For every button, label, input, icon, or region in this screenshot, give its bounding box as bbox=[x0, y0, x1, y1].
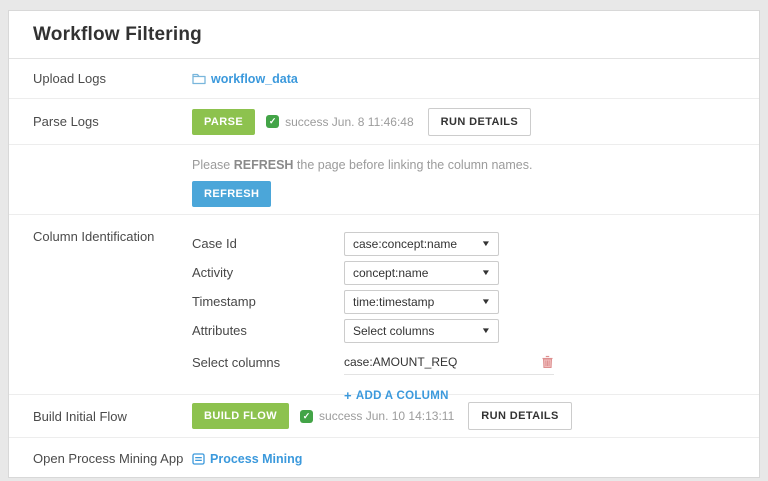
build-initial-flow-label: Build Initial Flow bbox=[33, 408, 127, 424]
attributes-select-value: Select columns bbox=[353, 323, 435, 338]
success-check-icon: ✓ bbox=[266, 115, 280, 128]
build-initial-flow-row: Build Initial Flow BUILD FLOW ✓ success … bbox=[9, 395, 759, 438]
chevron-down-icon: ▼ bbox=[480, 268, 492, 277]
case-id-label: Case Id bbox=[192, 236, 237, 251]
process-mining-link-label: Process Mining bbox=[210, 451, 303, 466]
parse-run-details-button[interactable]: RUN DETAILS bbox=[427, 107, 532, 136]
parse-button[interactable]: PARSE bbox=[192, 108, 256, 135]
column-identification-label: Column Identification bbox=[33, 229, 155, 244]
parse-status: ✓ success Jun. 8 11:46:48 bbox=[266, 115, 428, 129]
add-a-column-button[interactable]: + ADD A COLUMN bbox=[344, 389, 449, 402]
refresh-notice: Please REFRESH the page before linking t… bbox=[192, 158, 533, 172]
workflow-filtering-card: Workflow Filtering Upload Logs workflow_… bbox=[8, 10, 760, 478]
build-status-text: success Jun. 10 14:13:11 bbox=[319, 409, 455, 423]
open-process-mining-label: Open Process Mining App bbox=[33, 451, 184, 466]
open-process-mining-row: Open Process Mining App Process Mining bbox=[9, 438, 759, 477]
attributes-select[interactable]: Select columns ▼ bbox=[344, 318, 499, 343]
build-flow-button[interactable]: BUILD FLOW bbox=[192, 403, 290, 429]
refresh-row: Please REFRESH the page before linking t… bbox=[9, 145, 759, 215]
selected-column-input[interactable] bbox=[344, 354, 541, 369]
column-identification-row: Column Identification Case Id case:conce… bbox=[9, 215, 759, 402]
process-mining-link[interactable]: Process Mining bbox=[192, 452, 302, 466]
parse-logs-label: Parse Logs bbox=[33, 114, 99, 129]
app-window-icon bbox=[192, 452, 205, 465]
workflow-data-link[interactable]: workflow_data bbox=[192, 72, 298, 86]
parse-status-text: success Jun. 8 11:46:48 bbox=[285, 114, 414, 129]
folder-icon bbox=[192, 73, 206, 85]
timestamp-field-row: Timestamp time:timestamp ▼ bbox=[192, 287, 554, 316]
upload-logs-label: Upload Logs bbox=[33, 71, 106, 86]
card-header: Workflow Filtering bbox=[9, 11, 759, 59]
activity-select[interactable]: concept:name ▼ bbox=[344, 260, 499, 285]
attributes-label: Attributes bbox=[192, 323, 247, 338]
selected-column-field bbox=[344, 349, 554, 375]
attributes-field-row: Attributes Select columns ▼ bbox=[192, 316, 554, 345]
success-check-icon: ✓ bbox=[300, 409, 314, 423]
activity-field-row: Activity concept:name ▼ bbox=[192, 258, 554, 287]
page-title: Workflow Filtering bbox=[33, 23, 202, 45]
plus-icon: + bbox=[344, 388, 352, 403]
timestamp-select-value: time:timestamp bbox=[353, 294, 435, 309]
case-id-select[interactable]: case:concept:name ▼ bbox=[344, 231, 499, 256]
upload-logs-row: Upload Logs workflow_data bbox=[9, 59, 759, 99]
refresh-notice-bold: REFRESH bbox=[233, 158, 294, 172]
trash-icon[interactable] bbox=[541, 355, 554, 369]
activity-select-value: concept:name bbox=[353, 265, 429, 280]
refresh-button[interactable]: REFRESH bbox=[192, 181, 272, 207]
chevron-down-icon: ▼ bbox=[480, 297, 492, 306]
parse-logs-row: Parse Logs PARSE ✓ success Jun. 8 11:46:… bbox=[9, 99, 759, 145]
select-columns-row: Select columns bbox=[192, 347, 554, 377]
timestamp-select[interactable]: time:timestamp ▼ bbox=[344, 289, 499, 314]
timestamp-label: Timestamp bbox=[192, 294, 256, 309]
build-status: ✓ success Jun. 10 14:13:11 bbox=[300, 409, 468, 423]
activity-label: Activity bbox=[192, 265, 234, 280]
build-run-details-button[interactable]: RUN DETAILS bbox=[468, 402, 572, 430]
add-a-column-label: ADD A COLUMN bbox=[355, 389, 449, 402]
chevron-down-icon: ▼ bbox=[480, 326, 492, 335]
workflow-data-link-label: workflow_data bbox=[211, 71, 298, 86]
select-columns-label: Select columns bbox=[192, 354, 281, 370]
case-id-field-row: Case Id case:concept:name ▼ bbox=[192, 229, 554, 258]
case-id-select-value: case:concept:name bbox=[353, 236, 458, 251]
chevron-down-icon: ▼ bbox=[480, 239, 492, 248]
